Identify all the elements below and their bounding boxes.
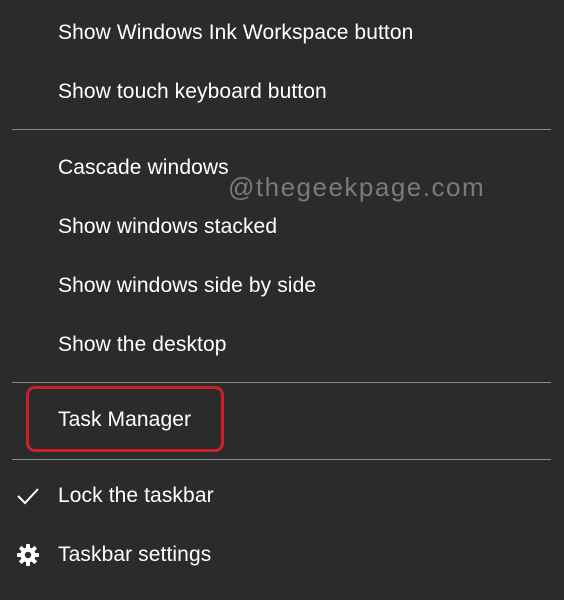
menu-item-show-windows-stacked[interactable]: Show windows stacked xyxy=(0,201,564,253)
menu-separator xyxy=(12,459,551,460)
menu-item-label: Lock the taskbar xyxy=(58,484,214,507)
menu-item-label: Taskbar settings xyxy=(58,543,212,566)
taskbar-context-menu: Show Windows Ink Workspace button Show t… xyxy=(0,0,564,600)
menu-item-show-windows-side-by-side[interactable]: Show windows side by side xyxy=(0,260,564,312)
checkmark-icon xyxy=(14,482,42,510)
menu-item-label: Show windows stacked xyxy=(58,215,278,238)
menu-separator xyxy=(12,129,551,130)
menu-item-label: Show windows side by side xyxy=(58,274,317,297)
watermark-text: @thegeekpage.com xyxy=(228,172,486,202)
menu-item-show-the-desktop[interactable]: Show the desktop xyxy=(0,319,564,371)
menu-item-show-touch-keyboard-button[interactable]: Show touch keyboard button xyxy=(0,66,564,118)
gear-icon xyxy=(14,541,42,569)
menu-item-show-windows-ink-workspace-button[interactable]: Show Windows Ink Workspace button xyxy=(0,7,564,59)
menu-item-taskbar-settings[interactable]: Taskbar settings xyxy=(0,529,564,581)
menu-item-lock-the-taskbar[interactable]: Lock the taskbar xyxy=(0,470,564,522)
menu-item-label: Show the desktop xyxy=(58,333,227,356)
menu-item-task-manager[interactable]: Task Manager xyxy=(0,394,564,446)
menu-item-label: Cascade windows xyxy=(58,156,229,179)
menu-separator xyxy=(12,382,551,383)
menu-item-label: Task Manager xyxy=(58,408,192,431)
menu-item-label: Show Windows Ink Workspace button xyxy=(58,21,414,44)
menu-item-label: Show touch keyboard button xyxy=(58,80,327,103)
